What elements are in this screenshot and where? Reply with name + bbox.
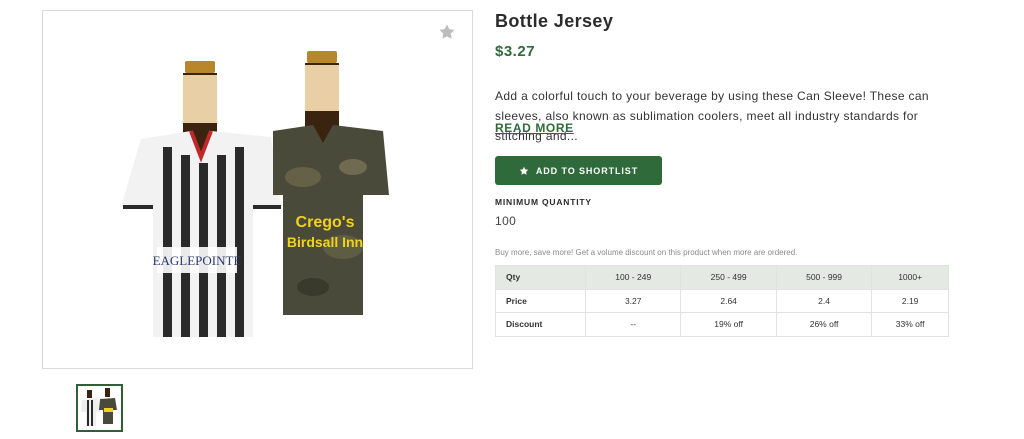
table-cell: 33% off bbox=[871, 312, 949, 337]
product-title: Bottle Jersey bbox=[495, 11, 614, 31]
product-price: $3.27 bbox=[495, 43, 536, 60]
table-cell: 3.27 bbox=[584, 288, 682, 313]
table-cell: 2.19 bbox=[871, 288, 949, 313]
table-row-label: Discount bbox=[495, 312, 586, 337]
table-row: Price 3.27 2.64 2.4 2.19 bbox=[495, 288, 949, 313]
thumbnail-image bbox=[81, 388, 117, 426]
volume-discount-note: Buy more, save more! Get a volume discou… bbox=[495, 248, 798, 257]
table-header-row: Qty 100 - 249 250 - 499 500 - 999 1000+ bbox=[495, 265, 949, 290]
star-icon bbox=[519, 166, 529, 175]
logo-text-eaglepointe: EAGLEPOINTE bbox=[153, 253, 242, 268]
read-more-link[interactable]: READ MORE bbox=[495, 121, 574, 135]
minimum-quantity-label: MINIMUM QUANTITY bbox=[495, 197, 592, 207]
star-icon[interactable] bbox=[438, 23, 456, 41]
product-image-frame: EAGLEPOINTE Crego's Birdsall Inn bbox=[42, 10, 473, 369]
image-text-line2: Birdsall Inn bbox=[287, 234, 363, 250]
table-cell: 2.4 bbox=[775, 288, 873, 313]
product-image: EAGLEPOINTE Crego's Birdsall Inn bbox=[121, 51, 389, 337]
product-thumbnail[interactable] bbox=[76, 384, 123, 432]
table-cell: 2.64 bbox=[680, 288, 777, 313]
image-text-line1: Crego's bbox=[296, 214, 355, 231]
minimum-quantity-value: 100 bbox=[495, 214, 517, 228]
table-header-cell: Qty bbox=[495, 265, 586, 290]
table-header-cell: 1000+ bbox=[871, 265, 949, 290]
table-row-label: Price bbox=[495, 288, 586, 313]
table-cell: -- bbox=[584, 312, 682, 337]
pricing-table: Qty 100 - 249 250 - 499 500 - 999 1000+ … bbox=[495, 265, 949, 337]
table-cell: 19% off bbox=[680, 312, 777, 337]
table-row: Discount -- 19% off 26% off 33% off bbox=[495, 312, 949, 337]
table-header-cell: 250 - 499 bbox=[680, 265, 777, 290]
table-cell: 26% off bbox=[775, 312, 873, 337]
table-header-cell: 100 - 249 bbox=[584, 265, 682, 290]
table-header-cell: 500 - 999 bbox=[775, 265, 873, 290]
product-description: Add a colorful touch to your beverage by… bbox=[495, 89, 929, 143]
add-to-shortlist-button[interactable]: ADD TO SHORTLIST bbox=[495, 156, 662, 185]
add-to-shortlist-label: ADD TO SHORTLIST bbox=[535, 165, 639, 176]
